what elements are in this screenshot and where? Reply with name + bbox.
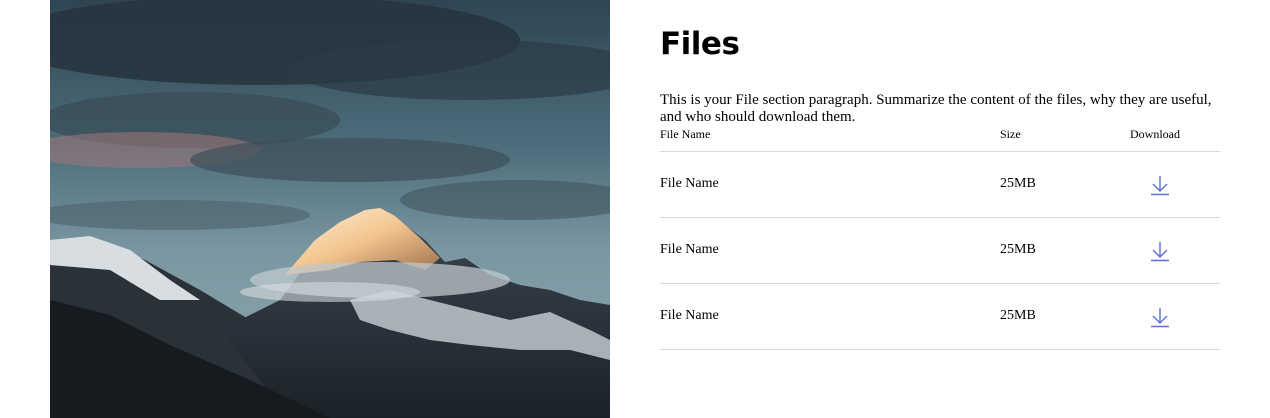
- download-icon[interactable]: [1149, 306, 1171, 328]
- files-section: Files This is your File section paragrap…: [0, 0, 1270, 418]
- table-row: File Name 25MB: [660, 284, 1220, 350]
- file-size: 25MB: [1000, 176, 1036, 191]
- section-paragraph: This is your File section paragraph. Sum…: [660, 92, 1212, 125]
- file-size: 25MB: [1000, 308, 1036, 323]
- header-download: Download: [1130, 127, 1180, 141]
- download-icon[interactable]: [1149, 240, 1171, 262]
- header-file-name: File Name: [660, 127, 711, 141]
- file-size: 25MB: [1000, 242, 1036, 257]
- file-name: File Name: [660, 308, 719, 323]
- table-row: File Name 25MB: [660, 152, 1220, 218]
- table-row: File Name 25MB: [660, 218, 1220, 284]
- header-size: Size: [1000, 127, 1021, 141]
- table-header: File Name Size Download: [660, 126, 1220, 152]
- section-title: Files: [660, 26, 740, 62]
- file-name: File Name: [660, 242, 719, 257]
- download-icon[interactable]: [1149, 174, 1171, 196]
- mountain-photo: [50, 0, 610, 418]
- files-table: File Name Size Download File Name 25MB F…: [660, 126, 1220, 350]
- file-name: File Name: [660, 176, 719, 191]
